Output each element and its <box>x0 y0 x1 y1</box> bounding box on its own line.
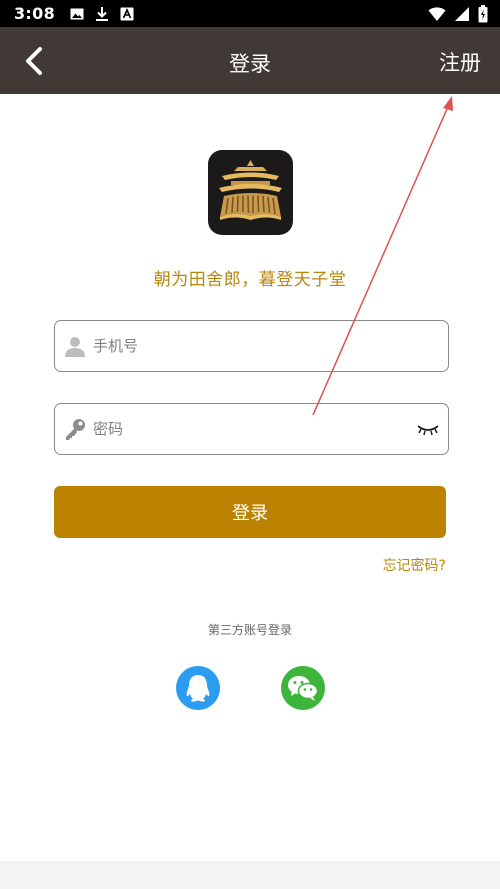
status-time: 3:08 <box>14 4 55 23</box>
password-field[interactable] <box>54 403 449 455</box>
forgot-password-link[interactable]: 忘记密码? <box>383 555 446 575</box>
app-logo <box>208 150 293 235</box>
nav-bar: 登录 注册 <box>0 27 500 94</box>
signal-icon <box>454 6 470 26</box>
download-icon <box>94 6 110 22</box>
slogan: 朝为田舍郎，暮登天子堂 <box>153 270 347 290</box>
wechat-login-button[interactable] <box>281 666 325 710</box>
user-icon <box>63 334 87 358</box>
bottom-strip <box>0 861 500 889</box>
third-party-label: 第三方账号登录 <box>207 623 292 637</box>
page-title: 登录 <box>229 52 271 76</box>
image-icon <box>69 6 85 22</box>
status-left-icons <box>69 6 135 22</box>
phone-input[interactable] <box>93 321 413 371</box>
battery-icon <box>478 5 488 27</box>
wechat-icon <box>288 676 319 701</box>
a-icon <box>119 6 135 22</box>
register-link[interactable]: 注册 <box>439 47 481 77</box>
status-right-icons <box>428 5 488 27</box>
login-button[interactable]: 登录 <box>54 486 446 538</box>
qq-icon <box>186 675 210 702</box>
key-icon <box>63 417 87 441</box>
qq-login-button[interactable] <box>176 666 220 710</box>
status-bar: 3:08 <box>0 0 500 27</box>
password-input[interactable] <box>93 404 413 454</box>
eye-closed-icon[interactable] <box>416 419 440 439</box>
wifi-icon <box>428 6 446 26</box>
phone-field[interactable] <box>54 320 449 372</box>
